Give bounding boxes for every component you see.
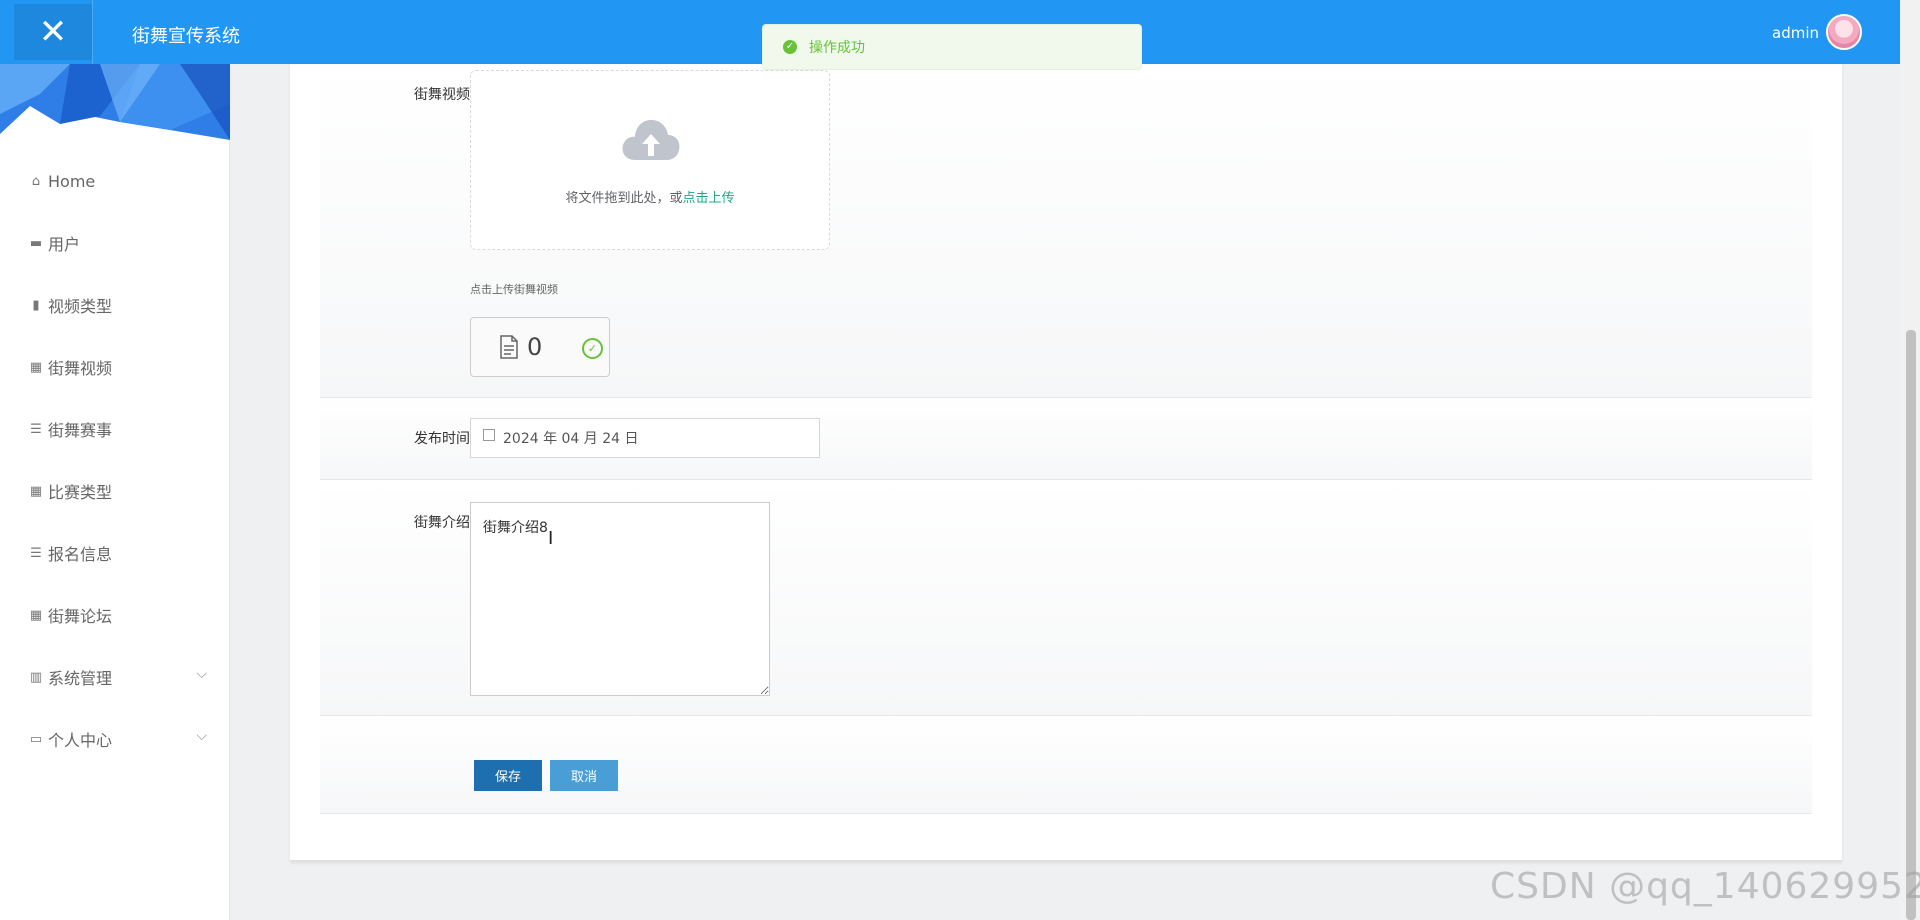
video-upload-dropzone[interactable]: 将文件拖到此处，或点击上传 xyxy=(470,70,830,250)
upload-hint-text: 将文件拖到此处，或 xyxy=(565,191,683,206)
list-icon: ☰ xyxy=(30,545,42,561)
sidebar-item-label: 个人中心 xyxy=(48,731,113,750)
document-icon xyxy=(500,335,518,359)
sidebar-item-label: 视频类型 xyxy=(48,297,113,316)
upload-instruction: 将文件拖到此处，或点击上传 xyxy=(471,187,829,206)
bar-chart-icon: ▮ xyxy=(32,297,40,313)
topbar-divider xyxy=(92,0,93,64)
sidebar-item-users[interactable]: ▬ 用户 xyxy=(0,212,229,274)
home-icon: ⌂ xyxy=(31,173,41,189)
close-menu-button[interactable]: ✕ xyxy=(14,4,92,60)
cloud-upload-icon xyxy=(622,119,680,160)
username[interactable]: admin xyxy=(1772,24,1819,42)
video-field-label: 街舞视频 xyxy=(414,87,470,103)
publish-time-label: 发布时间 xyxy=(414,431,470,447)
file-count: 0 xyxy=(527,333,543,361)
success-check-icon: ✓ xyxy=(783,40,797,54)
intro-section: 街舞介绍 街舞介绍8 xyxy=(320,480,1812,716)
sidebar-menu: ⌂ Home ▬ 用户 ▮ 视频类型 ▦ 街舞视频 ☰ 街舞赛事 ▦ 比赛类型 … xyxy=(0,150,229,770)
publish-date-picker[interactable]: 2024 年 04 月 24 日 xyxy=(470,418,820,458)
sidebar-item-home[interactable]: ⌂ Home xyxy=(0,150,229,212)
sidebar-item-personal-center[interactable]: ▭ 个人中心 ⌵ xyxy=(0,708,229,770)
sidebar-item-label: 街舞视频 xyxy=(48,359,113,378)
scrollbar-thumb[interactable] xyxy=(1906,330,1916,920)
system-title: 街舞宣传系统 xyxy=(132,26,240,47)
cancel-button[interactable]: 取消 xyxy=(550,760,618,791)
sidebar-item-label: 比赛类型 xyxy=(48,483,113,502)
card-icon: ▭ xyxy=(29,731,43,747)
sidebar-item-video-types[interactable]: ▮ 视频类型 xyxy=(0,274,229,336)
grid-icon: ▦ xyxy=(29,607,43,623)
sidebar-item-label: Home xyxy=(48,171,96,191)
sidebar-item-label: 报名信息 xyxy=(48,545,113,564)
close-icon: ✕ xyxy=(38,12,68,52)
chat-icon: ▬ xyxy=(29,235,43,251)
sidebar-item-system-management[interactable]: ▥ 系统管理 ⌵ xyxy=(0,646,229,708)
sidebar-item-label: 街舞赛事 xyxy=(48,421,113,440)
grid-icon: ▦ xyxy=(29,483,43,499)
form-actions-section: 保存 取消 xyxy=(320,716,1812,814)
sidebar-item-label: 街舞论坛 xyxy=(48,607,113,626)
calendar-icon xyxy=(483,429,495,441)
sidebar: ⌂ Home ▬ 用户 ▮ 视频类型 ▦ 街舞视频 ☰ 街舞赛事 ▦ 比赛类型 … xyxy=(0,64,230,920)
uploaded-file-thumbnail[interactable]: 0 ✓ xyxy=(470,317,610,377)
save-button[interactable]: 保存 xyxy=(474,760,542,791)
list-icon: ☰ xyxy=(30,421,42,437)
success-toast: ✓ 操作成功 xyxy=(762,24,1142,70)
upload-success-icon: ✓ xyxy=(582,338,603,359)
sidebar-item-dance-events[interactable]: ☰ 街舞赛事 xyxy=(0,398,229,460)
chevron-down-icon: ⌵ xyxy=(196,666,207,682)
sidebar-item-dance-videos[interactable]: ▦ 街舞视频 xyxy=(0,336,229,398)
sidebar-item-registrations[interactable]: ☰ 报名信息 xyxy=(0,522,229,584)
watermark: CSDN @qq_1406299528 xyxy=(1490,866,1920,907)
grid-icon: ▦ xyxy=(29,359,43,375)
click-upload-link[interactable]: 点击上传 xyxy=(683,191,735,206)
intro-label: 街舞介绍 xyxy=(414,515,470,531)
sidebar-banner-decoration xyxy=(0,64,230,140)
text-cursor-icon: I xyxy=(548,528,554,549)
publish-date-value: 2024 年 04 月 24 日 xyxy=(503,431,639,447)
book-icon: ▥ xyxy=(29,669,43,685)
publish-time-section: 发布时间 2024 年 04 月 24 日 xyxy=(320,398,1812,480)
sidebar-item-label: 系统管理 xyxy=(48,669,113,688)
chevron-down-icon: ⌵ xyxy=(196,728,207,744)
intro-textarea[interactable]: 街舞介绍8 xyxy=(470,502,770,696)
content-card: 街舞视频 将文件拖到此处，或点击上传 点击上传街舞视频 0 ✓ 发布时间 202… xyxy=(290,64,1842,862)
sidebar-item-label: 用户 xyxy=(48,235,81,254)
toast-message: 操作成功 xyxy=(809,40,865,56)
upload-tip: 点击上传街舞视频 xyxy=(470,283,558,296)
video-upload-section: 街舞视频 将文件拖到此处，或点击上传 点击上传街舞视频 0 ✓ xyxy=(320,64,1812,398)
avatar[interactable] xyxy=(1826,14,1862,50)
sidebar-item-competition-types[interactable]: ▦ 比赛类型 xyxy=(0,460,229,522)
sidebar-item-forum[interactable]: ▦ 街舞论坛 xyxy=(0,584,229,646)
